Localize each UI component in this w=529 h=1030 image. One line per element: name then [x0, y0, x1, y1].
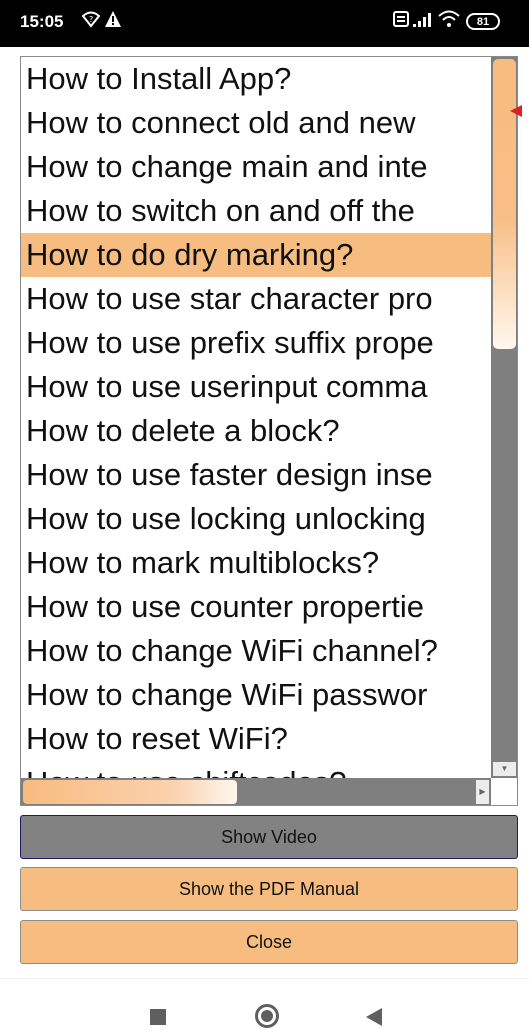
list-item[interactable]: How to use shiftcodes? [21, 761, 491, 778]
list-item[interactable]: How to delete a block? [21, 409, 491, 453]
svg-text:?: ? [89, 15, 93, 24]
wifi-icon [438, 10, 460, 33]
list-item[interactable]: How to connect old and new [21, 101, 491, 145]
volte-icon [393, 10, 409, 33]
list-item[interactable]: How to change main and inte [21, 145, 491, 189]
status-time: 15:05 [20, 12, 64, 31]
show-pdf-manual-button[interactable]: Show the PDF Manual [20, 867, 518, 911]
scrollbar-corner [491, 778, 517, 805]
list-item[interactable]: How to use star character pro [21, 277, 491, 321]
horizontal-scroll-thumb[interactable] [23, 780, 237, 804]
scroll-right-arrow-icon[interactable]: ▶ [476, 780, 489, 804]
list-item[interactable]: How to reset WiFi? [21, 717, 491, 761]
list-item[interactable]: How to use userinput comma [21, 365, 491, 409]
pointer-arrow-icon [510, 105, 522, 117]
close-button[interactable]: Close [20, 920, 518, 964]
help-topics-list[interactable]: How to Install App? How to connect old an… [21, 57, 491, 778]
navigation-bar [0, 978, 529, 1030]
list-item[interactable]: How to switch on and off the [21, 189, 491, 233]
list-item[interactable]: How to do dry marking? [21, 233, 491, 277]
list-item[interactable]: How to use locking unlocking [21, 497, 491, 541]
vertical-scrollbar[interactable]: ▼ [491, 57, 517, 778]
list-item[interactable]: How to change WiFi channel? [21, 629, 491, 673]
list-item[interactable]: How to use prefix suffix prope [21, 321, 491, 365]
scroll-down-arrow-icon[interactable]: ▼ [493, 762, 516, 776]
home-dot [261, 1010, 273, 1022]
home-icon[interactable] [255, 1004, 279, 1028]
back-icon[interactable] [366, 1008, 382, 1026]
vertical-scroll-thumb[interactable] [493, 59, 516, 349]
warning-icon [104, 10, 122, 33]
help-topics-listbox[interactable]: How to Install App? How to connect old an… [20, 56, 518, 806]
wifi-question-icon: ? [81, 10, 101, 33]
list-item[interactable]: How to use counter propertie [21, 585, 491, 629]
status-bar: 15:05 ? 81 [0, 0, 529, 47]
list-item[interactable]: How to mark multiblocks? [21, 541, 491, 585]
recent-apps-icon[interactable] [150, 1009, 166, 1025]
list-item[interactable]: How to use faster design inse [21, 453, 491, 497]
signal-icon [412, 10, 434, 33]
battery-icon: 81 [466, 13, 500, 30]
list-item[interactable]: How to Install App? [21, 57, 491, 101]
list-item[interactable]: How to change WiFi passwor [21, 673, 491, 717]
horizontal-scrollbar[interactable]: ▶ [21, 778, 491, 805]
show-video-button[interactable]: Show Video [20, 815, 518, 859]
